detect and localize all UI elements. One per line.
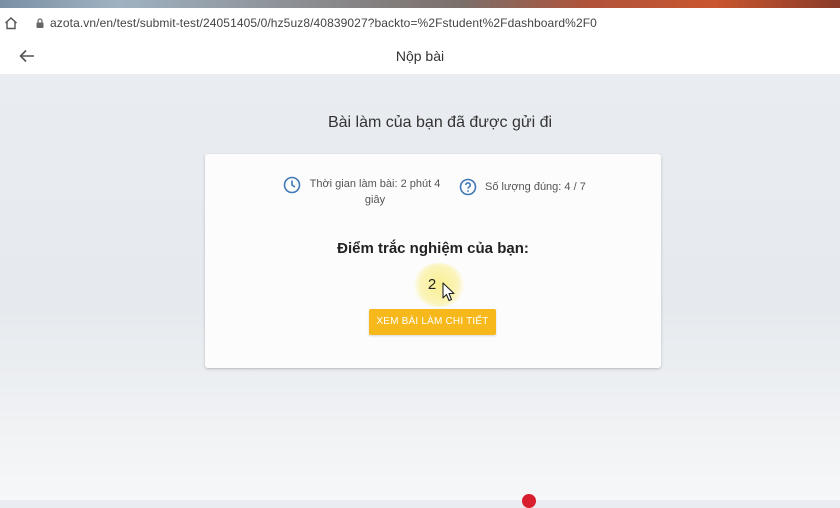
lock-icon <box>34 17 46 29</box>
record-indicator <box>522 494 536 508</box>
correct-stat: Số lượng đúng: 4 / 7 <box>459 178 586 196</box>
page-title: Nộp bài <box>395 48 445 64</box>
score-value: 2 <box>427 276 437 293</box>
view-detail-button[interactable]: XEM BÀI LÀM CHI TIẾT <box>369 309 496 335</box>
app-header: Nộp bài <box>0 38 840 74</box>
mouse-cursor-icon <box>442 282 456 302</box>
clock-icon <box>283 176 301 194</box>
url-text[interactable]: azota.vn/en/test/submit-test/24051405/0/… <box>50 16 597 30</box>
home-icon[interactable] <box>4 16 18 30</box>
score-label: Điểm trắc nghiệm của bạn: <box>337 240 529 257</box>
submitted-heading: Bài làm của bạn đã được gửi đi <box>327 114 553 131</box>
result-card: Thời gian làm bài: 2 phút 4 giây Số lượn… <box>205 154 661 368</box>
correct-count-label: Số lượng đúng: 4 / 7 <box>485 181 586 193</box>
time-stat: Thời gian làm bài: 2 phút 4 giây <box>283 176 441 208</box>
browser-address-bar[interactable]: azota.vn/en/test/submit-test/24051405/0/… <box>0 8 840 39</box>
time-label: Thời gian làm bài: 2 phút 4 giây <box>309 178 441 206</box>
help-circle-icon <box>459 178 477 196</box>
main-content: Bài làm của bạn đã được gửi đi Thời gian… <box>0 74 840 500</box>
